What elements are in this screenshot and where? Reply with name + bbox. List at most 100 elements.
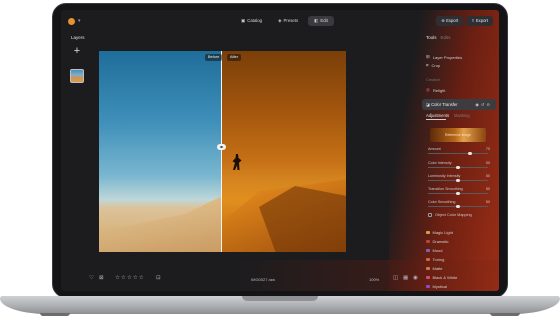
mood-icon — [426, 248, 430, 253]
layers-icon: ⊞ — [426, 54, 430, 59]
tab-catalog[interactable]: ▣ Catalog — [235, 16, 268, 26]
compare-view-icon[interactable]: ◫ — [393, 275, 398, 281]
app-logo-icon[interactable] — [68, 18, 75, 25]
before-label: Before — [205, 54, 223, 61]
slider-label: Transition Smoothing — [428, 187, 463, 191]
dramatic-icon — [426, 239, 430, 244]
slider-label: Color Smoothing — [428, 200, 456, 204]
slider-knob[interactable] — [456, 204, 460, 209]
slider-knob[interactable] — [456, 191, 460, 196]
slider-value: 50 — [485, 161, 490, 165]
tab-masking[interactable]: Masking — [454, 113, 470, 118]
photo-canvas[interactable]: ◂▸ Before After — [99, 51, 346, 252]
mystical-icon — [426, 284, 430, 289]
share-button[interactable]: ⇪ Export — [466, 16, 493, 26]
zoom-level[interactable]: 100% — [369, 277, 379, 282]
top-bar: ▾ ▣ Catalog ◈ Presets ◧ Edit ⊕ Export ⇪ … — [61, 10, 499, 34]
export-button-label: Export — [446, 18, 459, 23]
toning-icon — [426, 257, 430, 262]
relight-icon: ◍ — [426, 87, 430, 92]
panel-tabs: Tools Edits — [426, 35, 451, 40]
object-color-mapping-checkbox[interactable]: Object Color Mapping — [428, 213, 472, 217]
add-layer-button[interactable]: + — [70, 45, 84, 59]
export-button[interactable]: ⊕ Export — [436, 16, 464, 26]
layer-thumbnail[interactable] — [70, 69, 84, 83]
slider-knob[interactable] — [468, 151, 472, 156]
category-matte[interactable]: Matte — [426, 266, 443, 271]
app-screen: ▾ ▣ Catalog ◈ Presets ◧ Edit ⊕ Export ⇪ … — [61, 10, 499, 291]
grid-view-icon[interactable]: ▦ — [403, 275, 408, 281]
edit-icon: ◧ — [314, 18, 319, 23]
chevron-down-icon[interactable]: ▾ — [78, 18, 81, 24]
tab-presets[interactable]: ◈ Presets — [272, 16, 304, 26]
tab-presets-label: Presets — [283, 18, 299, 23]
crop-icon: ⌗ — [426, 63, 429, 68]
magic-light-icon — [426, 230, 430, 235]
category-label: Mood — [432, 248, 443, 253]
mode-switcher: ▣ Catalog ◈ Presets ◧ Edit — [235, 16, 334, 26]
sub-tabs: Adjustments Masking — [426, 113, 470, 118]
layers-title: Layers — [71, 35, 85, 40]
tool-controls[interactable]: ◉↺⊖ — [475, 102, 492, 107]
category-mystical[interactable]: Mystical — [426, 284, 447, 289]
share-button-label: Export — [475, 18, 488, 23]
category-label: Toning — [432, 257, 445, 262]
category-toning[interactable]: Toning — [426, 257, 444, 262]
category-label: Black & White — [432, 275, 458, 280]
tab-catalog-label: Catalog — [247, 18, 263, 23]
transition-smoothing-slider[interactable]: Transition Smoothing 50 — [426, 187, 490, 196]
slider-knob[interactable] — [456, 178, 460, 183]
reference-image-label: Reference Image — [445, 133, 472, 137]
catalog-icon: ▣ — [241, 18, 246, 23]
slider-knob[interactable] — [456, 165, 460, 170]
top-right-actions: ⊕ Export ⇪ Export — [436, 16, 493, 26]
reference-image[interactable]: Reference Image — [430, 128, 486, 142]
checkbox-label: Object Color Mapping — [435, 213, 472, 217]
flag-icon[interactable]: ⊡ — [156, 275, 161, 281]
slider-value: 70 — [485, 147, 490, 151]
relight-label: Relight — [432, 87, 446, 93]
category-black-white[interactable]: Black & White — [426, 275, 457, 280]
section-creative: Creative — [426, 78, 441, 82]
slider-label: Color Intensity — [428, 161, 452, 165]
compare-divider[interactable] — [221, 51, 222, 252]
crop-label: Crop — [431, 63, 441, 68]
active-tab-underline — [426, 119, 446, 120]
bottom-bar: ♡ ⊠ ☆☆☆☆☆ ⊡ IMG0027.raw 100% ◫ ▦ ◉ — [61, 272, 421, 286]
laptop-foot-left — [40, 313, 70, 316]
presets-icon: ◈ — [278, 18, 282, 23]
tab-adjustments[interactable]: Adjustments — [426, 113, 449, 118]
category-mood[interactable]: Mood — [426, 248, 443, 253]
slider-value: 50 — [485, 174, 490, 178]
star-rating[interactable]: ☆☆☆☆☆ — [115, 275, 145, 281]
crop-item[interactable]: ⌗ Crop — [426, 63, 440, 68]
relight-item[interactable]: ◍ Relight — [426, 87, 445, 93]
slider-value: 50 — [485, 200, 490, 204]
laptop-mockup: ▾ ▣ Catalog ◈ Presets ◧ Edit ⊕ Export ⇪ … — [0, 0, 560, 326]
tools-panel: Tools Edits ⊞ Layer Properties ⌗ Crop Creat… — [418, 34, 498, 291]
tab-tools[interactable]: Tools — [426, 35, 437, 40]
luminosity-intensity-slider[interactable]: Luminosity Intensity 50 — [426, 174, 490, 183]
color-smoothing-slider[interactable]: Color Smoothing 50 — [426, 200, 490, 209]
slider-value: 50 — [485, 187, 490, 191]
layer-properties-item[interactable]: ⊞ Layer Properties — [426, 54, 462, 60]
tab-edit[interactable]: ◧ Edit — [308, 16, 334, 26]
color-intensity-slider[interactable]: Color Intensity 50 — [426, 161, 490, 170]
category-label: Magic Light — [432, 230, 453, 235]
reject-icon[interactable]: ⊠ — [99, 275, 104, 281]
black-white-icon — [426, 275, 430, 280]
category-magic-light[interactable]: Magic Light — [426, 230, 453, 235]
category-dramatic[interactable]: Dramatic — [426, 239, 449, 244]
matte-icon — [426, 266, 430, 271]
category-label: Dramatic — [432, 239, 449, 244]
color-transfer-name: Color Transfer — [431, 102, 458, 107]
laptop-notch — [242, 296, 318, 301]
slider-track[interactable] — [428, 153, 488, 154]
tab-edits[interactable]: Edits — [441, 35, 451, 40]
color-transfer-label: ◪ Color Transfer — [426, 102, 458, 107]
color-transfer-tool[interactable]: ◪ Color Transfer ◉↺⊖ — [422, 99, 496, 110]
amount-slider[interactable]: Amount 70 — [426, 147, 490, 156]
checkbox-box[interactable] — [428, 213, 432, 217]
compare-handle[interactable]: ◂▸ — [217, 144, 226, 150]
heart-icon[interactable]: ♡ — [89, 275, 94, 281]
